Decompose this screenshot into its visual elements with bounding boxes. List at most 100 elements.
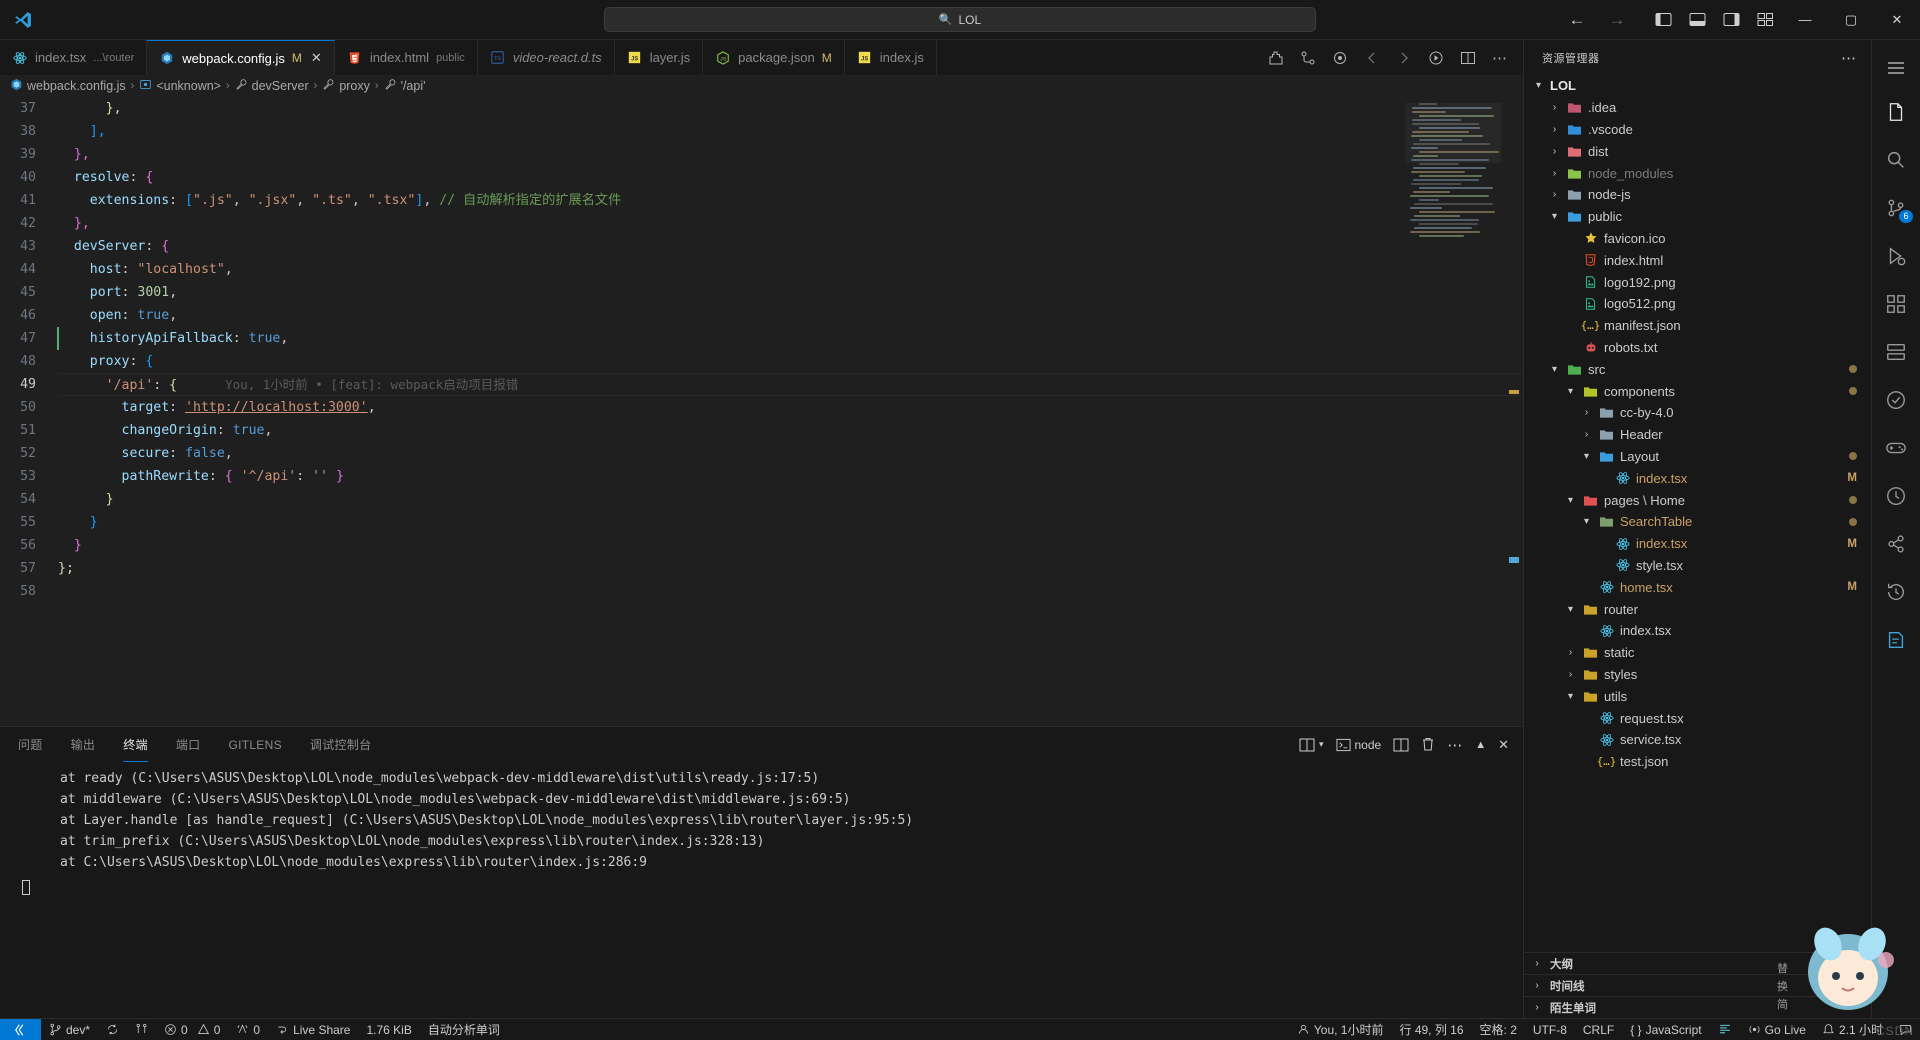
close-panel-icon[interactable]: ✕ [1498,737,1509,753]
code-line[interactable]: 52 secure: false, [0,442,1523,465]
status-size[interactable]: 1.76 KiB [358,1019,419,1040]
explorer-more-icon[interactable]: ⋯ [1841,49,1857,67]
tree-item-components[interactable]: ▾ components [1524,380,1871,402]
tree-item-pages---home[interactable]: ▾ pages \ Home [1524,489,1871,511]
line-content[interactable]: target: 'http://localhost:3000', [58,396,376,419]
explorer-section-1[interactable]: › 时间线 [1524,974,1871,996]
line-content[interactable]: } [58,511,98,534]
breadcrumb-item[interactable]: webpack.config.js [10,78,126,94]
share-icon[interactable] [1872,520,1920,568]
search-icon[interactable] [1872,136,1920,184]
status-live-share[interactable]: Live Share [268,1019,358,1040]
status-blame[interactable]: You, 1小时前 [1289,1019,1392,1040]
code-lines[interactable]: 37 }, 38 ], 39 }, 40 resolve: {41 extension… [0,97,1523,726]
explorer-files-icon[interactable] [1872,88,1920,136]
breadcrumb-item[interactable]: '/api' [384,78,426,94]
chevron-right-icon[interactable]: › [1530,980,1544,991]
chevron-down-icon[interactable]: ▾ [1564,604,1577,615]
code-line[interactable]: 47 historyApiFallback: true, [0,327,1523,350]
code-line[interactable]: 42 }, [0,212,1523,235]
tree-item-searchtable[interactable]: ▾ SearchTable [1524,511,1871,533]
extensions-icon[interactable] [1267,49,1285,67]
tree-item-request-tsx[interactable]: request.tsx [1524,707,1871,729]
clock-icon[interactable] [1872,472,1920,520]
chevron-right-icon[interactable]: › [1548,189,1561,200]
chevron-down-icon[interactable]: ▾ [1319,739,1324,750]
line-content[interactable]: open: true, [58,304,177,327]
tree-item-node-modules[interactable]: › node_modules [1524,162,1871,184]
code-line[interactable]: 58 [0,580,1523,603]
tree-item-logo192-png[interactable]: logo192.png [1524,271,1871,293]
panel-tab-3[interactable]: 端口 [176,727,201,762]
source-control-icon[interactable]: 6 [1872,184,1920,232]
code-line[interactable]: 53 pathRewrite: { '^/api': '' } [0,465,1523,488]
chevron-right-icon[interactable]: › [1564,669,1577,680]
code-line[interactable]: 48 proxy: { [0,350,1523,373]
editor-tab-index-html[interactable]: index.html public [334,40,478,75]
breadcrumb-item[interactable]: devServer [235,78,309,94]
code-line[interactable]: 40 resolve: { [0,166,1523,189]
status-word-analysis[interactable]: 自动分析单词 [420,1019,508,1040]
maximize-button[interactable]: ▢ [1828,0,1874,40]
chevron-down-icon[interactable]: ▾ [1564,386,1577,397]
status-eol[interactable]: CRLF [1575,1019,1622,1040]
chevron-right-icon[interactable] [1395,49,1413,67]
line-content[interactable]: }, [58,143,90,166]
line-content[interactable]: extensions: [".js", ".jsx", ".ts", ".tsx… [58,189,622,212]
chevron-right-icon[interactable]: › [1530,1002,1544,1013]
more-actions-icon[interactable]: ⋯ [1491,49,1509,67]
tree-item-index-tsx[interactable]: index.tsx M [1524,533,1871,555]
tree-item-header[interactable]: › Header [1524,424,1871,446]
terminal-shell-selector[interactable]: node [1335,738,1381,752]
todo-icon[interactable] [1872,616,1920,664]
source-control-compare-icon[interactable] [1299,49,1317,67]
line-content[interactable]: host: "localhost", [58,258,233,281]
chevron-down-icon[interactable]: ▾ [1564,495,1577,506]
line-content[interactable]: port: 3001, [58,281,177,304]
tree-item-style-tsx[interactable]: style.tsx [1524,555,1871,577]
breadcrumb-item[interactable]: <unknown> [139,78,221,94]
panel-tab-4[interactable]: GITLENS [228,729,281,761]
tree-item-test-json[interactable]: {…} test.json [1524,751,1871,773]
line-content[interactable]: } [58,534,82,557]
chevron-right-icon[interactable]: › [1580,407,1593,418]
tree-item--idea[interactable]: › .idea [1524,97,1871,119]
chevron-right-icon[interactable]: › [1580,429,1593,440]
forward-button[interactable]: → [1606,9,1628,31]
code-line[interactable]: 37 }, [0,97,1523,120]
terminal-output[interactable]: at ready (C:\Users\ASUS\Desktop\LOL\node… [0,762,1523,1018]
status-sync-icon[interactable] [98,1019,127,1040]
tab-close-icon[interactable]: ✕ [311,50,322,66]
back-button[interactable]: ← [1566,9,1588,31]
run-debug-icon[interactable] [1872,232,1920,280]
tree-item-index-tsx[interactable]: index.tsx M [1524,467,1871,489]
tree-item-logo512-png[interactable]: logo512.png [1524,293,1871,315]
status-prettier-icon[interactable] [1710,1019,1740,1040]
line-content[interactable]: } [58,488,114,511]
minimap[interactable] [1405,103,1501,243]
code-line[interactable]: 57}; [0,557,1523,580]
tree-item-manifest-json[interactable]: {…} manifest.json [1524,315,1871,337]
panel-tab-2[interactable]: 终端 [123,727,148,762]
history-icon[interactable] [1872,568,1920,616]
toggle-primary-sidebar-icon[interactable] [1646,3,1680,37]
panel-tab-5[interactable]: 调试控制台 [310,727,372,762]
status-git-compare-icon[interactable] [127,1019,156,1040]
command-center[interactable]: 🔍 LOL [604,7,1316,32]
chevron-left-icon[interactable] [1363,49,1381,67]
code-editor[interactable]: 37 }, 38 ], 39 }, 40 resolve: {41 extension… [0,97,1523,726]
maximize-panel-icon[interactable]: ▲ [1475,739,1486,751]
status-go-live[interactable]: Go Live [1740,1019,1814,1040]
line-content[interactable]: secure: false, [58,442,233,465]
code-line[interactable]: 51 changeOrigin: true, [0,419,1523,442]
tree-item-node-js[interactable]: › node-js [1524,184,1871,206]
editor-tab-video-react-d-ts[interactable]: TS video-react.d.ts [477,40,615,75]
chevron-right-icon[interactable]: › [1548,168,1561,179]
tree-item-dist[interactable]: › dist [1524,140,1871,162]
status-encoding[interactable]: UTF-8 [1525,1019,1575,1040]
gamepad-icon[interactable] [1872,424,1920,472]
tree-item-lol[interactable]: ▾ LOL [1524,75,1871,97]
line-content[interactable]: ], [58,120,106,143]
file-tree[interactable]: ▾ LOL › .idea › .vscode › dist › node_modules › nod… [1524,75,1871,952]
chevron-right-icon[interactable]: › [1564,647,1577,658]
